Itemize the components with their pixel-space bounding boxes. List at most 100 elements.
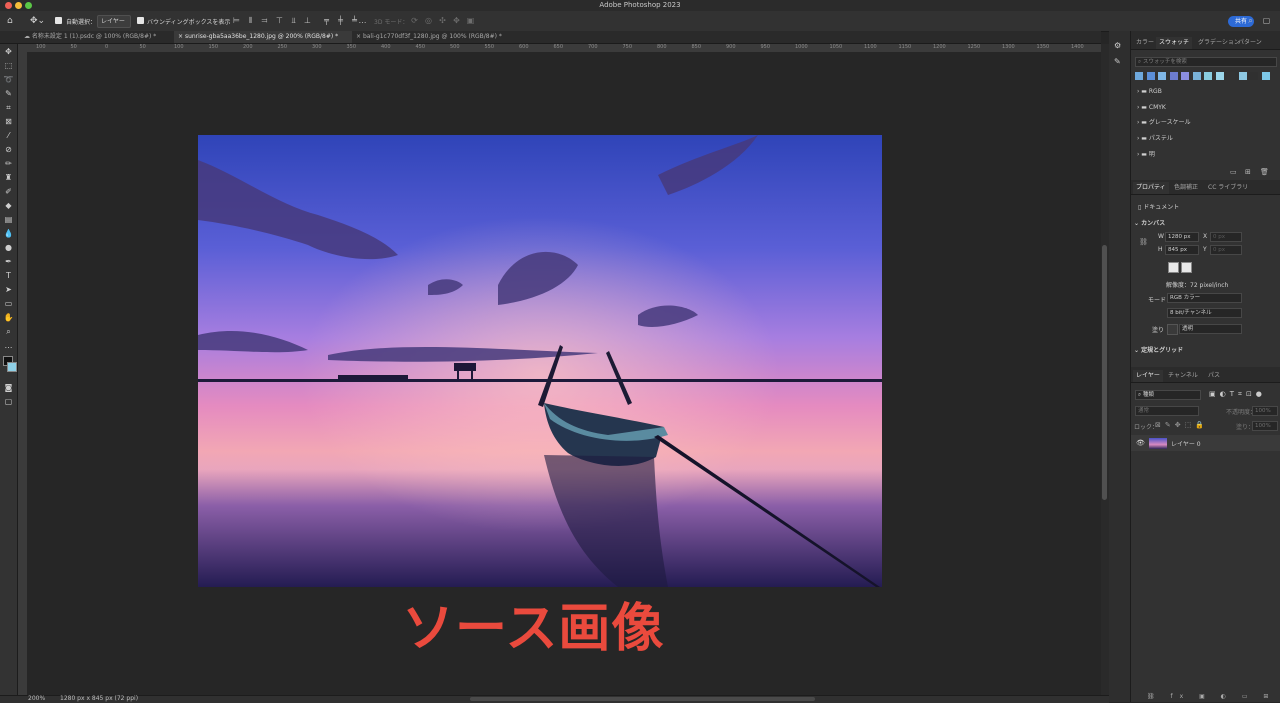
home-icon[interactable]: ⌂ (7, 16, 17, 26)
align-bottom-icon[interactable]: ⊥ (303, 16, 312, 25)
tab-swatches[interactable]: スウォッチ (1156, 37, 1193, 49)
bit-depth-select[interactable]: 8 bit/チャンネル (1167, 308, 1242, 318)
layer-bottom-actions[interactable]: ⛓ fx ▣ ◐ ▭ ⊞ 🗑 (1147, 693, 1280, 700)
distribute-center-icon[interactable]: ╪ (336, 16, 345, 25)
tab-properties[interactable]: プロパティ (1133, 182, 1169, 194)
color-mode-select[interactable]: RGB カラー (1167, 293, 1242, 303)
blend-mode-select[interactable]: 通常 (1135, 406, 1199, 416)
align-vcenter-icon[interactable]: ⫫ (289, 16, 298, 25)
search-icon[interactable]: ⌕ (1246, 16, 1255, 25)
opacity-input[interactable]: 100% (1252, 406, 1278, 416)
width-input[interactable]: 1280 px (1165, 232, 1199, 242)
history-brush-tool-icon[interactable]: ✐ (3, 186, 14, 197)
swatch-group-rgb[interactable]: › ▬ RGB (1137, 85, 1162, 99)
color-swatch[interactable] (1215, 72, 1224, 80)
move-tool-icon[interactable]: ✥ (3, 46, 14, 57)
color-swatch[interactable] (1250, 72, 1258, 80)
distribute-top-icon[interactable]: ╤ (322, 16, 331, 25)
new-swatch-icon[interactable]: ⊞ (1245, 168, 1251, 176)
link-icon[interactable]: ⛓ (1139, 238, 1148, 246)
horizontal-scroll-thumb[interactable] (470, 697, 815, 701)
tab-document-2[interactable]: × sunrise-gba5aa36be_1280.jpg @ 200% (RG… (174, 31, 352, 43)
dodge-tool-icon[interactable]: ● (3, 242, 14, 253)
3d-roll-icon[interactable]: ◎ (424, 16, 433, 25)
align-top-icon[interactable]: ⊤ (275, 16, 284, 25)
color-swatch[interactable] (1261, 72, 1270, 80)
stamp-tool-icon[interactable]: ♜ (3, 172, 14, 183)
color-swatch[interactable] (1204, 72, 1212, 80)
quick-mask-icon[interactable]: ◙ (3, 382, 14, 393)
tab-cc-libraries[interactable]: CC ライブラリ (1205, 182, 1251, 194)
tab-layers[interactable]: レイヤー (1133, 370, 1163, 382)
zoom-level[interactable]: 200% (28, 695, 45, 702)
quick-select-tool-icon[interactable]: ✎ (3, 88, 14, 99)
align-right-icon[interactable]: ⫤ (260, 16, 269, 25)
bbox-checkbox[interactable] (137, 17, 144, 24)
3d-slide-icon[interactable]: ✥ (452, 16, 461, 25)
align-left-icon[interactable]: ⊨ (232, 16, 241, 25)
layer-filter-icons[interactable]: ▣◐T⌗⊡● (1209, 390, 1266, 399)
height-input[interactable]: 845 px (1165, 245, 1199, 255)
move-tool-icon[interactable]: ✥⌄ (30, 15, 48, 27)
auto-select-dropdown[interactable]: レイヤー ⌄ (97, 15, 131, 36)
color-swatch[interactable] (1146, 72, 1155, 80)
y-input[interactable]: 0 px (1210, 245, 1242, 255)
workspace-icon[interactable]: ▢ (1262, 16, 1271, 25)
swatch-group-light[interactable]: › ▬ 明 (1137, 148, 1155, 162)
layer-name[interactable]: レイヤー 0 (1171, 439, 1201, 448)
zoom-tool-icon[interactable]: ⌕ (3, 326, 14, 337)
3d-scale-icon[interactable]: ▣ (466, 16, 475, 25)
eye-icon[interactable]: 👁 (1136, 439, 1145, 447)
x-input[interactable]: 0 px (1210, 232, 1242, 242)
gradient-tool-icon[interactable]: ▤ (3, 214, 14, 225)
eraser-tool-icon[interactable]: ◆ (3, 200, 14, 211)
layer-filter-select[interactable]: ⌕ 種類 (1135, 390, 1201, 400)
3d-pan-icon[interactable]: ✣ (438, 16, 447, 25)
delete-swatch-icon[interactable]: 🗑 (1260, 168, 1269, 176)
fill-select[interactable]: 透明 (1179, 324, 1242, 334)
fill-color-swatch[interactable] (1167, 324, 1178, 335)
tab-adjustments[interactable]: 色調補正 (1171, 182, 1201, 194)
crop-tool-icon[interactable]: ⌗ (3, 102, 14, 113)
swatch-search-input[interactable]: ⌕ スウォッチを検索 (1135, 57, 1277, 67)
pen-tool-icon[interactable]: ✒ (3, 256, 14, 267)
tab-document-1[interactable]: ☁ 名称未設定 1 (1).psdc @ 100% (RGB/8#) * (20, 31, 174, 43)
color-swatch[interactable] (1227, 72, 1235, 80)
shape-tool-icon[interactable]: ▭ (3, 298, 14, 309)
align-hcenter-icon[interactable]: ⫴ (246, 16, 255, 25)
swatch-group-grayscale[interactable]: › ▬ グレースケール (1137, 116, 1191, 130)
document-image[interactable] (198, 135, 882, 587)
marquee-tool-icon[interactable]: ⬚ (3, 60, 14, 71)
new-group-icon[interactable]: ▭ (1230, 168, 1237, 176)
color-swatch[interactable] (1181, 72, 1189, 80)
background-color-swatch[interactable] (7, 362, 17, 372)
auto-select-checkbox[interactable] (55, 17, 62, 24)
tab-paths[interactable]: パス (1205, 370, 1223, 382)
tab-color[interactable]: カラー (1133, 37, 1157, 49)
library-panel-icon[interactable]: ✎ (1114, 57, 1121, 66)
color-swatch[interactable] (1169, 72, 1178, 80)
swatch-group-pastel[interactable]: › ▬ パステル (1137, 132, 1173, 146)
color-swatch[interactable] (1192, 72, 1201, 80)
hand-tool-icon[interactable]: ✋ (3, 312, 14, 323)
edit-toolbar-icon[interactable]: … (3, 340, 14, 351)
healing-tool-icon[interactable]: ⊘ (3, 144, 14, 155)
eyedropper-tool-icon[interactable]: ⁄ (3, 130, 14, 141)
tab-channels[interactable]: チャンネル (1165, 370, 1201, 382)
swatch-group-cmyk[interactable]: › ▬ CMYK (1137, 101, 1166, 115)
color-swatch[interactable] (1158, 72, 1166, 80)
tab-patterns[interactable]: パターン (1235, 37, 1265, 49)
3d-orbit-icon[interactable]: ⟳ (410, 16, 419, 25)
lock-icons[interactable]: ⊠✎✥⬚🔒 (1155, 421, 1208, 429)
color-swatch[interactable] (1238, 72, 1247, 80)
frame-tool-icon[interactable]: ⊠ (3, 116, 14, 127)
screen-mode-icon[interactable]: ▢ (3, 396, 14, 407)
tab-document-3[interactable]: × bali-g1c770df3f_1280.jpg @ 100% (RGB/8… (352, 31, 516, 43)
blur-tool-icon[interactable]: 💧 (3, 228, 14, 239)
vertical-scroll-thumb[interactable] (1102, 245, 1107, 500)
lasso-tool-icon[interactable]: ➰ (3, 74, 14, 85)
history-panel-icon[interactable]: ⚙ (1114, 41, 1121, 50)
layer-fill-input[interactable]: 100% (1252, 421, 1278, 431)
path-select-tool-icon[interactable]: ➤ (3, 284, 14, 295)
color-swatch[interactable] (1135, 72, 1143, 80)
